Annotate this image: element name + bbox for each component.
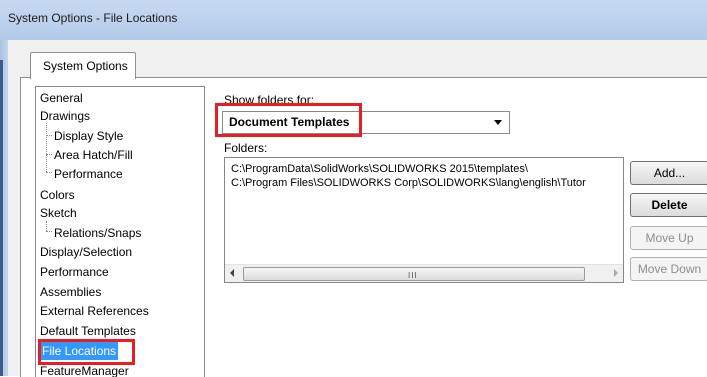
tree-item-featuremanager[interactable]: FeatureManager: [40, 362, 129, 377]
horizontal-scrollbar[interactable]: III: [225, 264, 623, 282]
tab-label: System Options: [43, 59, 128, 73]
tree-item-sketch[interactable]: Sketch: [40, 204, 77, 222]
tree-item-file-locations[interactable]: File Locations: [40, 342, 119, 360]
tree-connector: [46, 135, 52, 136]
tree-item-default-templates[interactable]: Default Templates: [40, 322, 136, 340]
options-tree[interactable]: General Drawings Display Style Area Hatc…: [35, 86, 205, 377]
delete-button[interactable]: Delete: [630, 193, 707, 217]
window-title: System Options - File Locations: [8, 11, 178, 25]
show-folders-dropdown[interactable]: Document Templates: [222, 111, 510, 134]
tree-item-assemblies[interactable]: Assemblies: [40, 283, 101, 301]
tree-item-general[interactable]: General: [40, 89, 83, 107]
tree-item-colors[interactable]: Colors: [40, 186, 75, 204]
tab-system-options[interactable]: System Options: [30, 52, 136, 79]
folder-row[interactable]: C:\ProgramData\SolidWorks\SOLIDWORKS 201…: [231, 163, 528, 175]
add-button[interactable]: Add...: [630, 161, 707, 185]
window-frame-edge: [0, 60, 3, 376]
scroll-left-arrow-icon[interactable]: [230, 269, 234, 277]
tree-item-area-hatch-fill[interactable]: Area Hatch/Fill: [54, 146, 133, 164]
folder-row[interactable]: C:\Program Files\SOLIDWORKS Corp\SOLIDWO…: [231, 177, 586, 189]
tree-item-drawings-performance[interactable]: Performance: [54, 165, 123, 183]
folders-list[interactable]: C:\ProgramData\SolidWorks\SOLIDWORKS 201…: [224, 157, 624, 283]
scroll-right-arrow-icon[interactable]: [614, 269, 618, 277]
move-down-button[interactable]: Move Down: [630, 257, 707, 281]
tree-item-drawings[interactable]: Drawings: [40, 107, 90, 125]
show-folders-value: Document Templates: [229, 115, 350, 129]
tree-item-performance[interactable]: Performance: [40, 263, 109, 281]
tree-item-display-style[interactable]: Display Style: [54, 127, 123, 145]
tree-item-external-references[interactable]: External References: [40, 302, 149, 320]
tree-connector-drawings: [46, 123, 47, 172]
tree-connector: [46, 231, 52, 232]
tree-item-display-selection[interactable]: Display/Selection: [40, 243, 132, 261]
move-up-button[interactable]: Move Up: [630, 226, 707, 250]
tree-connector: [46, 172, 52, 173]
title-bar: System Options - File Locations: [0, 0, 707, 41]
show-folders-label: Show folders for:: [224, 93, 315, 107]
folders-label: Folders:: [224, 141, 268, 155]
tree-connector: [46, 154, 52, 155]
chevron-down-icon: [494, 120, 502, 125]
scrollbar-thumb[interactable]: III: [243, 267, 585, 281]
tree-connector-sketch: [46, 221, 47, 231]
scrollbar-grip: III: [408, 271, 418, 280]
tree-item-relations-snaps[interactable]: Relations/Snaps: [54, 224, 141, 242]
